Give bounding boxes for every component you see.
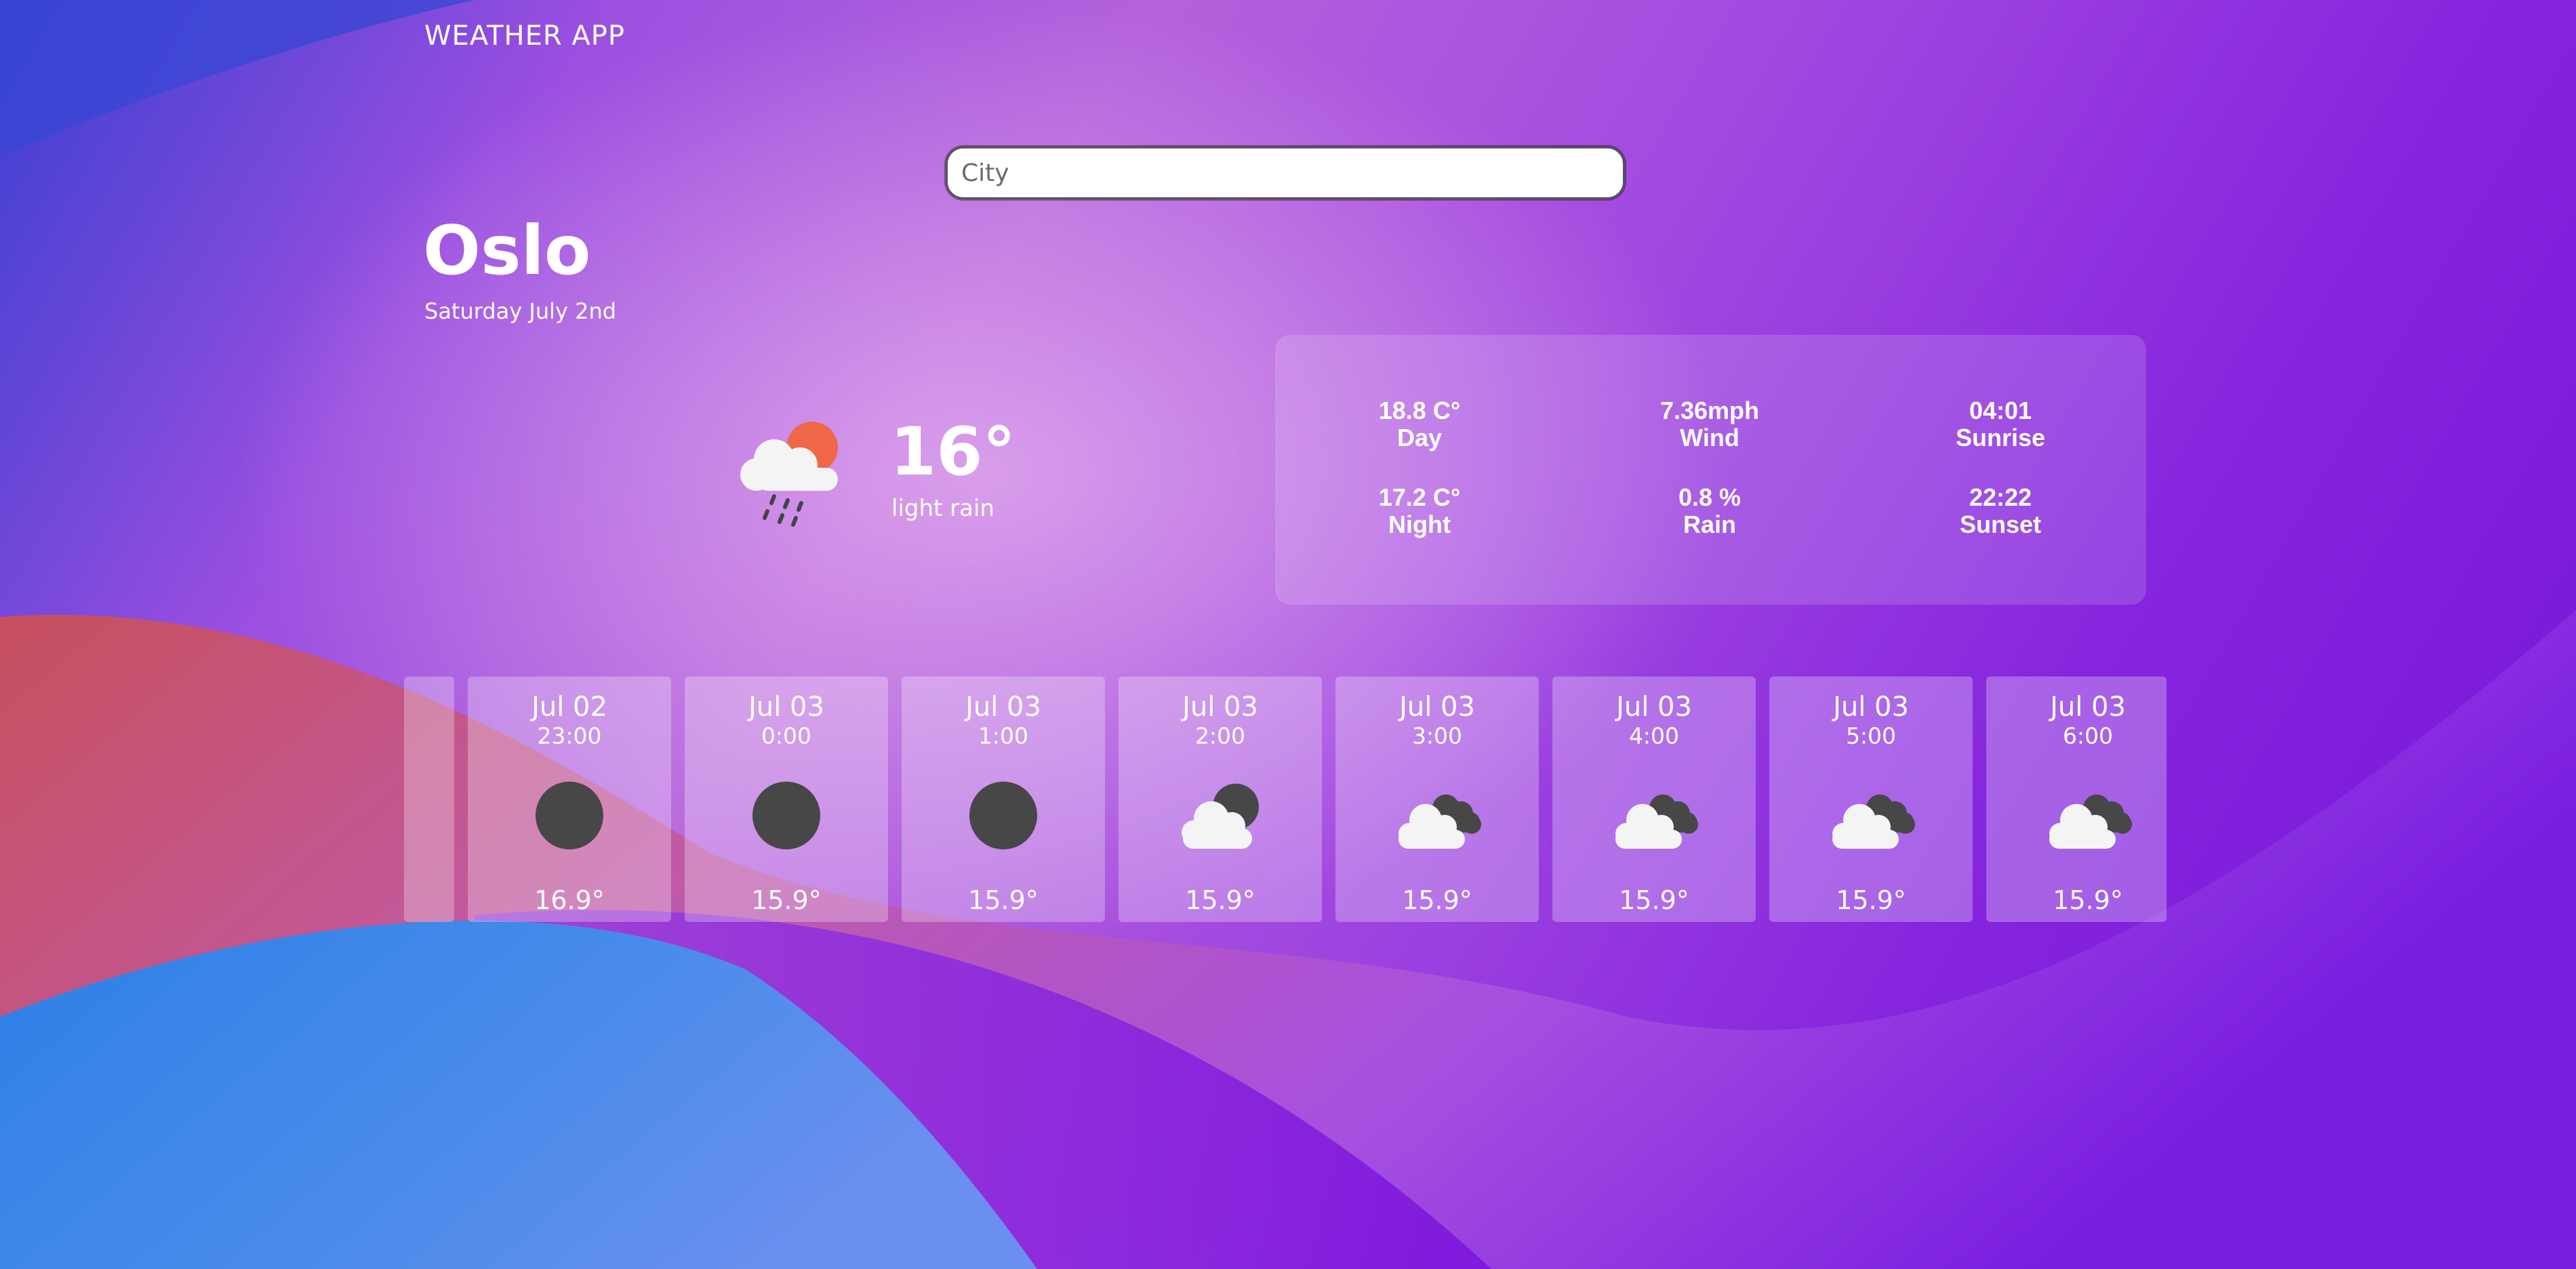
- forecast-date: Jul 03: [965, 691, 1041, 723]
- moon-icon: [752, 782, 820, 849]
- forecast-card[interactable]: Jul 03 3:00 15.9°: [1335, 677, 1539, 922]
- forecast-card[interactable]: Jul 03 5:00 15.9°: [1769, 677, 1973, 922]
- stat-label: Rain: [1683, 510, 1736, 538]
- moon-icon: [536, 782, 603, 849]
- forecast-card[interactable]: Jul 03 4:00 15.9°: [1552, 677, 1756, 922]
- hourly-forecast-strip[interactable]: Jul 02 23:00 16.9° Jul 03 0:00 15.9° Jul…: [404, 677, 2167, 922]
- forecast-date: Jul 03: [2050, 691, 2126, 723]
- cloud-dark-cloud-icon: [1398, 794, 1481, 849]
- app-title: WEATHER APP: [424, 20, 625, 52]
- forecast-temp: 15.9°: [1402, 885, 1472, 915]
- stat-label: Day: [1396, 424, 1443, 451]
- forecast-temp: 15.9°: [1185, 885, 1255, 915]
- stat-night-temp: 17.2 C° Night: [1318, 484, 1521, 538]
- forecast-temp: 15.9°: [1836, 885, 1906, 915]
- stat-label: Night: [1388, 510, 1451, 538]
- stat-value: 0.8 %: [1678, 483, 1742, 511]
- stat-value: 18.8 C°: [1378, 397, 1461, 424]
- cloud-dark-cloud-icon: [1615, 794, 1698, 849]
- forecast-temp: 15.9°: [751, 885, 822, 915]
- forecast-date: Jul 02: [531, 691, 607, 723]
- current-date: Saturday July 2nd: [424, 298, 617, 324]
- forecast-time: 1:00: [978, 723, 1029, 749]
- stat-label: Sunrise: [1955, 424, 2046, 451]
- forecast-card[interactable]: Jul 03 6:00 15.9°: [1986, 677, 2167, 922]
- forecast-temp: 15.9°: [2053, 885, 2123, 915]
- stat-day-temp: 18.8 C° Day: [1318, 397, 1521, 451]
- forecast-time: 4:00: [1628, 723, 1680, 749]
- stat-value: 04:01: [1969, 397, 2032, 424]
- forecast-card[interactable]: Jul 02 23:00 16.9°: [468, 677, 671, 922]
- cloud-dark-cloud-icon: [2049, 794, 2132, 849]
- forecast-temp: 15.9°: [1619, 885, 1689, 915]
- current-temperature: 16°: [890, 414, 1016, 491]
- cloud-moon-icon: [1182, 784, 1259, 849]
- forecast-card-partial[interactable]: [404, 677, 454, 922]
- stat-label: Sunset: [1959, 510, 2042, 538]
- forecast-time: 5:00: [1845, 723, 1897, 749]
- forecast-card[interactable]: Jul 03 0:00 15.9°: [685, 677, 888, 922]
- forecast-time: 2:00: [1194, 723, 1246, 749]
- forecast-time: 6:00: [2062, 723, 2114, 749]
- forecast-time: 23:00: [537, 723, 602, 749]
- stat-wind: 7.36mph Wind: [1608, 397, 1811, 451]
- forecast-date: Jul 03: [1182, 691, 1258, 723]
- forecast-date: Jul 03: [1616, 691, 1692, 723]
- forecast-card[interactable]: Jul 03 1:00 15.9°: [902, 677, 1105, 922]
- current-condition: light rain: [891, 495, 994, 522]
- weather-stats-panel: 18.8 C° Day 7.36mph Wind 04:01 Sunrise 1…: [1275, 335, 2146, 605]
- city-name: Oslo: [423, 211, 591, 290]
- stat-value: 22:22: [1969, 483, 2032, 511]
- stat-label: Wind: [1680, 424, 1739, 451]
- stat-sunset: 22:22 Sunset: [1899, 484, 2102, 538]
- stat-value: 7.36mph: [1659, 397, 1760, 424]
- cloud-dark-cloud-icon: [1832, 794, 1915, 849]
- forecast-date: Jul 03: [748, 691, 824, 723]
- forecast-time: 0:00: [761, 723, 812, 749]
- stat-value: 17.2 C°: [1378, 483, 1461, 511]
- city-search-input[interactable]: [946, 146, 1625, 199]
- forecast-temp: 16.9°: [534, 885, 605, 915]
- forecast-date: Jul 03: [1833, 691, 1909, 723]
- forecast-temp: 15.9°: [968, 885, 1039, 915]
- stat-rain: 0.8 % Rain: [1608, 484, 1811, 538]
- stat-sunrise: 04:01 Sunrise: [1899, 397, 2102, 451]
- forecast-time: 3:00: [1411, 723, 1463, 749]
- cloud-sun-rain-icon: [740, 422, 838, 527]
- forecast-card[interactable]: Jul 03 2:00 15.9°: [1119, 677, 1322, 922]
- moon-icon: [969, 782, 1037, 849]
- forecast-date: Jul 03: [1399, 691, 1475, 723]
